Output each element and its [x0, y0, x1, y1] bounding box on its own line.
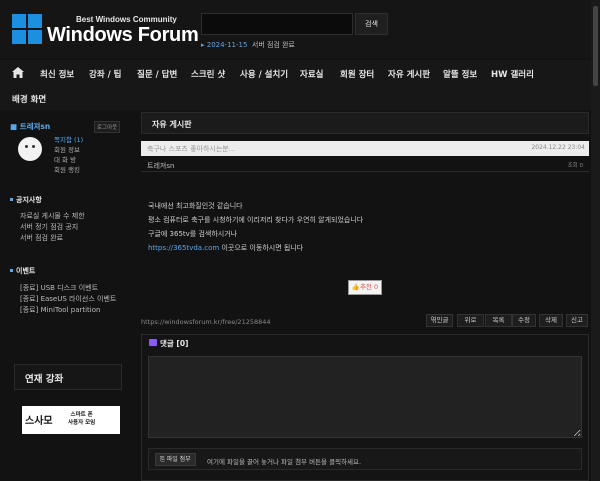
post-meta: 트레져sn 조회 0 — [141, 158, 589, 172]
home-icon[interactable] — [12, 67, 24, 78]
edit-button[interactable]: 수정 — [512, 314, 536, 327]
content-link[interactable]: https://365tvda.com — [148, 244, 219, 252]
nav-item-downloads[interactable]: 자료실 — [300, 68, 323, 80]
banner-main-text: 스사모 — [25, 416, 53, 427]
site-header: Best Windows Community Windows Forum 검색 … — [0, 0, 600, 58]
scrollbar-thumb[interactable] — [593, 6, 598, 86]
attach-hint: 여기에 파일을 끌어 놓거나 파일 첨부 버튼을 클릭하세요. — [207, 458, 362, 466]
post-url[interactable]: https://windowsforum.kr/free/21258844 — [141, 318, 271, 326]
notice-item[interactable]: 서버 정기 점검 공지 — [20, 222, 85, 233]
content-line: 평소 컴퓨터로 축구를 시청하기에 이리저리 찾다가 우연히 알게되었습니다 — [148, 216, 364, 224]
profile-link-messages[interactable]: 쪽지함 (1) — [54, 135, 83, 145]
nav-item-wallpapers[interactable]: 배경 화면 — [12, 93, 46, 105]
search-button[interactable]: 검색 — [355, 13, 388, 35]
delete-button[interactable]: 삭제 — [539, 314, 563, 327]
nav-item-latest[interactable]: 최신 정보 — [40, 68, 74, 80]
nav-item-tips[interactable]: 강좌 / 팁 — [89, 68, 121, 80]
profile-links: 쪽지함 (1) 회원 정보 대 화 방 회원 랭킹 — [54, 135, 83, 175]
banner-sub-text: 스마트 폰 사용자 모임 — [68, 412, 96, 426]
post-views: 조회 0 — [567, 163, 583, 169]
comment-title: 댓글 [0] — [160, 339, 189, 348]
notice-item[interactable]: 자료실 게시물 수 제한 — [20, 211, 85, 222]
notice-text: 서버 점검 완료 — [251, 41, 295, 49]
profile-link-chat[interactable]: 대 화 방 — [54, 155, 83, 165]
report-button[interactable]: 신고 — [566, 314, 588, 327]
ssamo-banner[interactable]: 스사모 스마트 폰 사용자 모임 — [22, 406, 120, 434]
attach-file-button[interactable]: ⎘ 파일 첨부 — [155, 453, 196, 466]
event-item[interactable]: [종료] USB 디스크 이벤트 — [20, 283, 116, 294]
notice-date: ▸ 2024-11-15 — [201, 41, 248, 49]
clip-icon: ⎘ — [160, 456, 167, 463]
nav-item-deals[interactable]: 알뜰 정보 — [443, 68, 477, 80]
logo-subtitle[interactable]: Best Windows Community — [76, 15, 177, 24]
main-nav: 최신 정보 강좌 / 팁 질문 / 답변 스크린 샷 사용 / 설치기 자료실 … — [0, 60, 600, 110]
search-input[interactable] — [201, 13, 353, 35]
windows-logo-icon[interactable] — [12, 14, 42, 44]
nav-item-screenshots[interactable]: 스크린 샷 — [191, 68, 225, 80]
post-date: 2024.12.22 23:04 — [531, 144, 585, 151]
nav-item-hw-gallery[interactable]: HW 갤러리 — [491, 68, 534, 80]
nav-item-reviews[interactable]: 사용 / 설치기 — [240, 68, 288, 80]
post-title: 축구나 스포츠 좋아하시는분... — [147, 145, 236, 153]
event-list: [종료] USB 디스크 이벤트 [종료] EaseUS 라이선스 이벤트 [종… — [20, 283, 116, 316]
board-header: 자유 게시판 — [141, 112, 589, 134]
up-button[interactable]: 위로 — [457, 314, 484, 327]
user-name[interactable]: ■ 트레져sn — [10, 121, 50, 132]
attach-row[interactable]: ⎘ 파일 첨부 여기에 파일을 끌어 놓거나 파일 첨부 버튼을 클릭하세요. — [148, 448, 582, 470]
nav-item-market[interactable]: 회원 장터 — [340, 68, 374, 80]
list-button[interactable]: 목록 — [485, 314, 512, 327]
nav-item-qna[interactable]: 질문 / 답변 — [137, 68, 177, 80]
thumbs-up-icon: 👍 — [351, 283, 360, 291]
header-notice[interactable]: ▸ 2024-11-15 서버 점검 완료 — [201, 40, 295, 50]
notice-list: 자료실 게시물 수 제한 서버 정기 점검 공지 서버 점검 완료 — [20, 211, 85, 244]
chat-bubble-icon — [149, 339, 157, 346]
content-line: 국내에선 최고화질인것 같습니다 — [148, 202, 243, 210]
notice-item[interactable]: 서버 점검 완료 — [20, 233, 85, 244]
post-header: 축구나 스포츠 좋아하시는분... 2024.12.22 23:04 — [141, 141, 589, 156]
profile-link-ranking[interactable]: 회원 랭킹 — [54, 165, 83, 175]
event-section-title: 이벤트 — [9, 267, 36, 275]
content-line: 구글에 365tv를 검색하시거나 — [148, 230, 238, 238]
event-item[interactable]: [종료] MiniTool partition — [20, 305, 116, 316]
recommend-button[interactable]: 👍추천 0 — [348, 280, 382, 295]
post-author[interactable]: 트레져sn — [147, 161, 174, 171]
post-content: 국내에선 최고화질인것 같습니다 평소 컴퓨터로 축구를 시청하기에 이리저리 … — [148, 199, 363, 255]
board-title[interactable]: 자유 게시판 — [152, 119, 192, 130]
nav-item-free-board[interactable]: 자유 게시판 — [388, 68, 430, 80]
logo-title[interactable]: Windows Forum — [47, 24, 199, 47]
content-line: https://365tvda.com 이곳으로 이동하시면 됩니다 — [148, 244, 304, 252]
event-item[interactable]: [종료] EaseUS 라이선스 이벤트 — [20, 294, 116, 305]
course-box[interactable]: 연재 강좌 — [14, 364, 122, 390]
profile-box: ■ 트레져sn 로그아웃 쪽지함 (1) 회원 정보 대 화 방 회원 랭킹 — [10, 117, 125, 175]
trackback-button[interactable]: 엮인글 — [426, 314, 453, 327]
notice-section-title: 공지사항 — [10, 196, 42, 204]
course-title: 연재 강좌 — [25, 374, 64, 385]
profile-link-info[interactable]: 회원 정보 — [54, 145, 83, 155]
avatar — [18, 137, 42, 161]
comment-textarea[interactable] — [148, 356, 582, 438]
logout-button[interactable]: 로그아웃 — [94, 121, 121, 133]
